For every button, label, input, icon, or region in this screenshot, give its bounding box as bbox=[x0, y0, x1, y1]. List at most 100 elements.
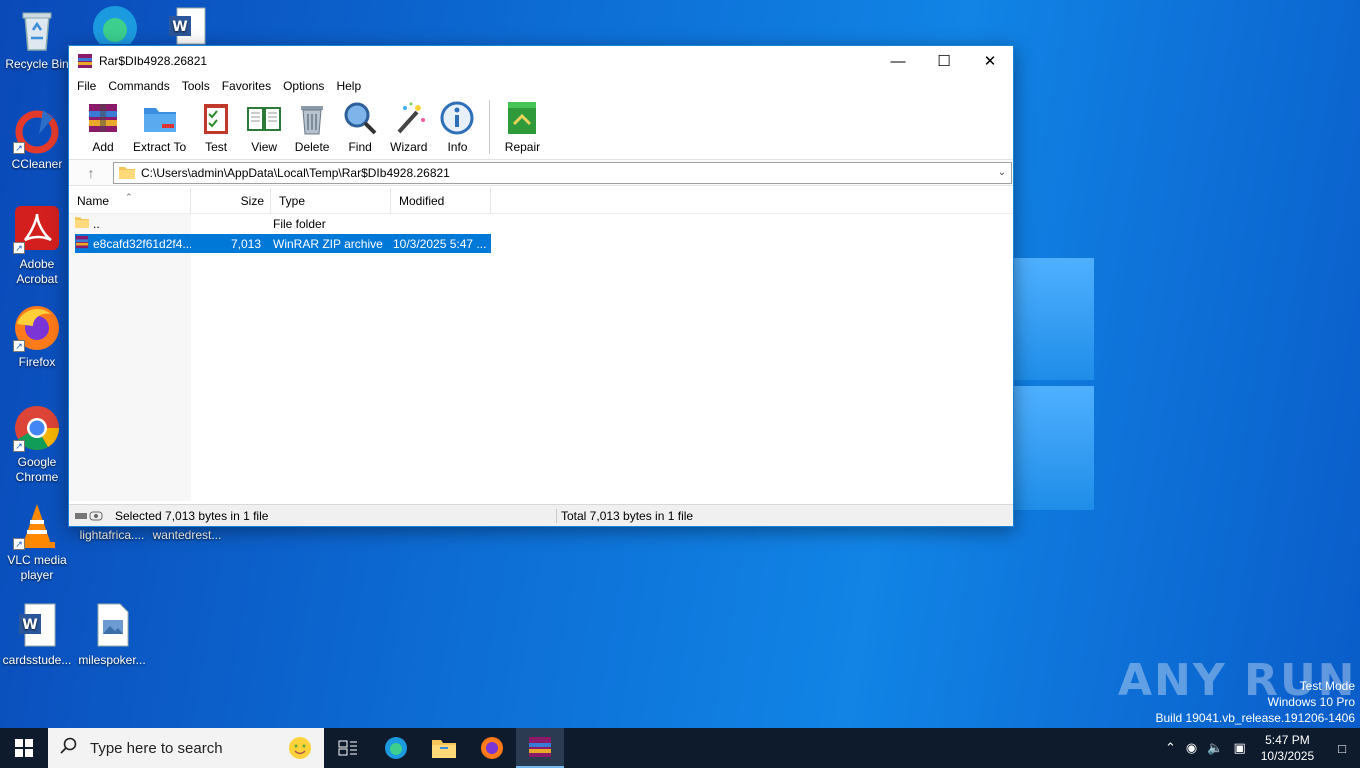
file-explorer-icon bbox=[432, 740, 456, 758]
menu-options[interactable]: Options bbox=[277, 79, 330, 93]
chevron-down-icon[interactable]: ⌄ bbox=[993, 167, 1011, 178]
find-button[interactable]: Find bbox=[338, 100, 382, 154]
status-bar: Selected 7,013 bytes in 1 file Total 7,0… bbox=[69, 504, 1013, 526]
watermark-line: Build 19041.vb_release.191206-1406 bbox=[1155, 711, 1356, 725]
toolbar-label: Find bbox=[348, 140, 372, 154]
window-title: Rar$DIb4928.26821 bbox=[99, 54, 208, 68]
menu-commands[interactable]: Commands bbox=[102, 79, 175, 93]
word-document-icon: W bbox=[13, 602, 61, 650]
task-view-icon bbox=[338, 740, 357, 756]
taskbar-file-explorer[interactable] bbox=[420, 728, 468, 768]
chevron-up-icon[interactable]: ⌃ bbox=[1160, 740, 1181, 756]
add-archive-icon bbox=[85, 100, 121, 136]
close-button[interactable]: ✕ bbox=[967, 46, 1013, 76]
taskbar-winrar[interactable] bbox=[516, 728, 564, 768]
wand-icon bbox=[391, 100, 427, 136]
column-size-label: Size bbox=[240, 194, 264, 208]
extract-to-button[interactable]: Extract To bbox=[129, 100, 190, 154]
svg-text:W: W bbox=[172, 19, 187, 35]
test-button[interactable]: Test bbox=[194, 100, 238, 154]
vlc-cone-icon: ↗ bbox=[13, 502, 61, 550]
title-bar[interactable]: Rar$DIb4928.26821 — ☐ ✕ bbox=[69, 46, 1013, 76]
info-button[interactable]: Info bbox=[435, 100, 479, 154]
folder-icon bbox=[75, 216, 93, 231]
volume-icon[interactable]: 🔈 bbox=[1202, 740, 1228, 756]
toolbar-label: Wizard bbox=[390, 140, 428, 154]
meet-now-icon[interactable]: ◉ bbox=[1181, 740, 1202, 756]
file-list-header: ⌃ Name Size Type Modified bbox=[69, 188, 1013, 214]
folder-icon bbox=[119, 166, 135, 179]
table-row[interactable]: e8cafd32f61d2f4... 7,013 WinRAR ZIP arch… bbox=[75, 234, 491, 253]
desktop-icon-recycle-bin[interactable]: Recycle Bin bbox=[0, 6, 74, 72]
desktop-icon-vlc[interactable]: ↗ VLC media player bbox=[0, 502, 74, 583]
wizard-button[interactable]: Wizard bbox=[386, 100, 431, 154]
winrar-app-icon bbox=[77, 53, 93, 69]
column-header-modified[interactable]: Modified bbox=[391, 188, 491, 214]
desktop-icon-firefox[interactable]: ↗ Firefox bbox=[0, 304, 74, 370]
column-header-size[interactable]: Size bbox=[191, 188, 271, 214]
row-modified: 10/3/2025 5:47 ... bbox=[393, 236, 487, 251]
repair-kit-icon bbox=[504, 100, 540, 136]
taskbar-edge[interactable] bbox=[372, 728, 420, 768]
desktop-icon-label: lightafrica.... bbox=[79, 528, 145, 542]
column-header-name[interactable]: ⌃ Name bbox=[69, 188, 191, 214]
toolbar-label: Delete bbox=[294, 140, 330, 154]
ccleaner-icon: ↗ bbox=[13, 106, 61, 154]
desktop-icon-adobe-acrobat[interactable]: ↗ Adobe Acrobat bbox=[0, 206, 74, 287]
address-bar: ↑ C:\Users\admin\AppData\Local\Temp\Rar$… bbox=[69, 160, 1013, 186]
magnifier-icon bbox=[342, 100, 378, 136]
menu-favorites[interactable]: Favorites bbox=[216, 79, 277, 93]
column-header-type[interactable]: Type bbox=[271, 188, 391, 214]
svg-text:W: W bbox=[22, 617, 37, 633]
watermark-line: Windows 10 Pro bbox=[1267, 695, 1355, 709]
add-button[interactable]: Add bbox=[81, 100, 125, 154]
windows-wallpaper-logo bbox=[1014, 258, 1094, 510]
watermark-line: Test Mode bbox=[1299, 679, 1355, 693]
extract-folder-icon bbox=[142, 100, 178, 136]
desktop-icon-lightafrica[interactable]: lightafrica.... bbox=[75, 528, 149, 543]
system-tray: ⌃ ◉ 🔈 ▣ 5:47 PM 10/3/2025 □ bbox=[1160, 728, 1360, 768]
delete-button[interactable]: Delete bbox=[290, 100, 334, 154]
view-button[interactable]: View bbox=[242, 100, 286, 154]
row-size: 7,013 bbox=[230, 236, 261, 251]
taskbar: Type here to search ⌃ ◉ 🔈 ▣ 5:47 PM 10/3… bbox=[0, 728, 1360, 768]
desktop-icon-wantedrest[interactable]: wantedrest... bbox=[150, 528, 224, 543]
network-icon[interactable]: ▣ bbox=[1228, 740, 1250, 756]
address-field[interactable]: C:\Users\admin\AppData\Local\Temp\Rar$DI… bbox=[113, 161, 1012, 184]
desktop-icon-google-chrome[interactable]: ↗ Google Chrome bbox=[0, 404, 74, 485]
toolbar-label: Info bbox=[447, 140, 468, 154]
maximize-button[interactable]: ☐ bbox=[921, 46, 967, 76]
desktop-icon-ccleaner[interactable]: ↗ CCleaner bbox=[0, 106, 74, 172]
clock[interactable]: 5:47 PM 10/3/2025 bbox=[1251, 732, 1324, 764]
menu-file[interactable]: File bbox=[71, 79, 102, 93]
row-name: e8cafd32f61d2f4... bbox=[93, 236, 191, 251]
firefox-icon: ↗ bbox=[13, 304, 61, 352]
column-name-label: Name bbox=[77, 194, 110, 208]
notification-icon[interactable]: □ bbox=[1324, 741, 1360, 756]
menu-tools[interactable]: Tools bbox=[176, 79, 216, 93]
acrobat-icon: ↗ bbox=[13, 206, 61, 254]
toolbar-label: Add bbox=[92, 140, 114, 154]
desktop-icon-milespoker[interactable]: milespoker... bbox=[75, 602, 149, 668]
status-total: Total 7,013 bytes in 1 file bbox=[561, 508, 694, 523]
menu-help[interactable]: Help bbox=[330, 79, 367, 93]
sun-face-icon bbox=[282, 730, 318, 768]
file-list: ⌃ Name Size Type Modified .. File folder… bbox=[69, 188, 1013, 501]
repair-button[interactable]: Repair bbox=[500, 100, 544, 154]
edge-icon bbox=[385, 737, 407, 759]
zip-archive-icon bbox=[75, 235, 93, 252]
up-one-level-button[interactable]: ↑ bbox=[69, 165, 113, 181]
row-type: WinRAR ZIP archive bbox=[273, 236, 383, 251]
minimize-button[interactable]: — bbox=[875, 46, 921, 76]
task-view-button[interactable] bbox=[324, 728, 372, 768]
search-icon bbox=[60, 737, 80, 760]
address-path: C:\Users\admin\AppData\Local\Temp\Rar$DI… bbox=[141, 165, 450, 180]
desktop-icon-cardsstude[interactable]: W cardsstude... bbox=[0, 602, 74, 668]
info-icon bbox=[439, 100, 475, 136]
start-button[interactable] bbox=[0, 728, 48, 768]
clock-time: 5:47 PM bbox=[1265, 733, 1310, 747]
taskbar-search[interactable]: Type here to search bbox=[48, 728, 324, 768]
table-row[interactable]: .. File folder bbox=[75, 214, 491, 233]
taskbar-firefox[interactable] bbox=[468, 728, 516, 768]
drive-icon bbox=[69, 511, 105, 521]
